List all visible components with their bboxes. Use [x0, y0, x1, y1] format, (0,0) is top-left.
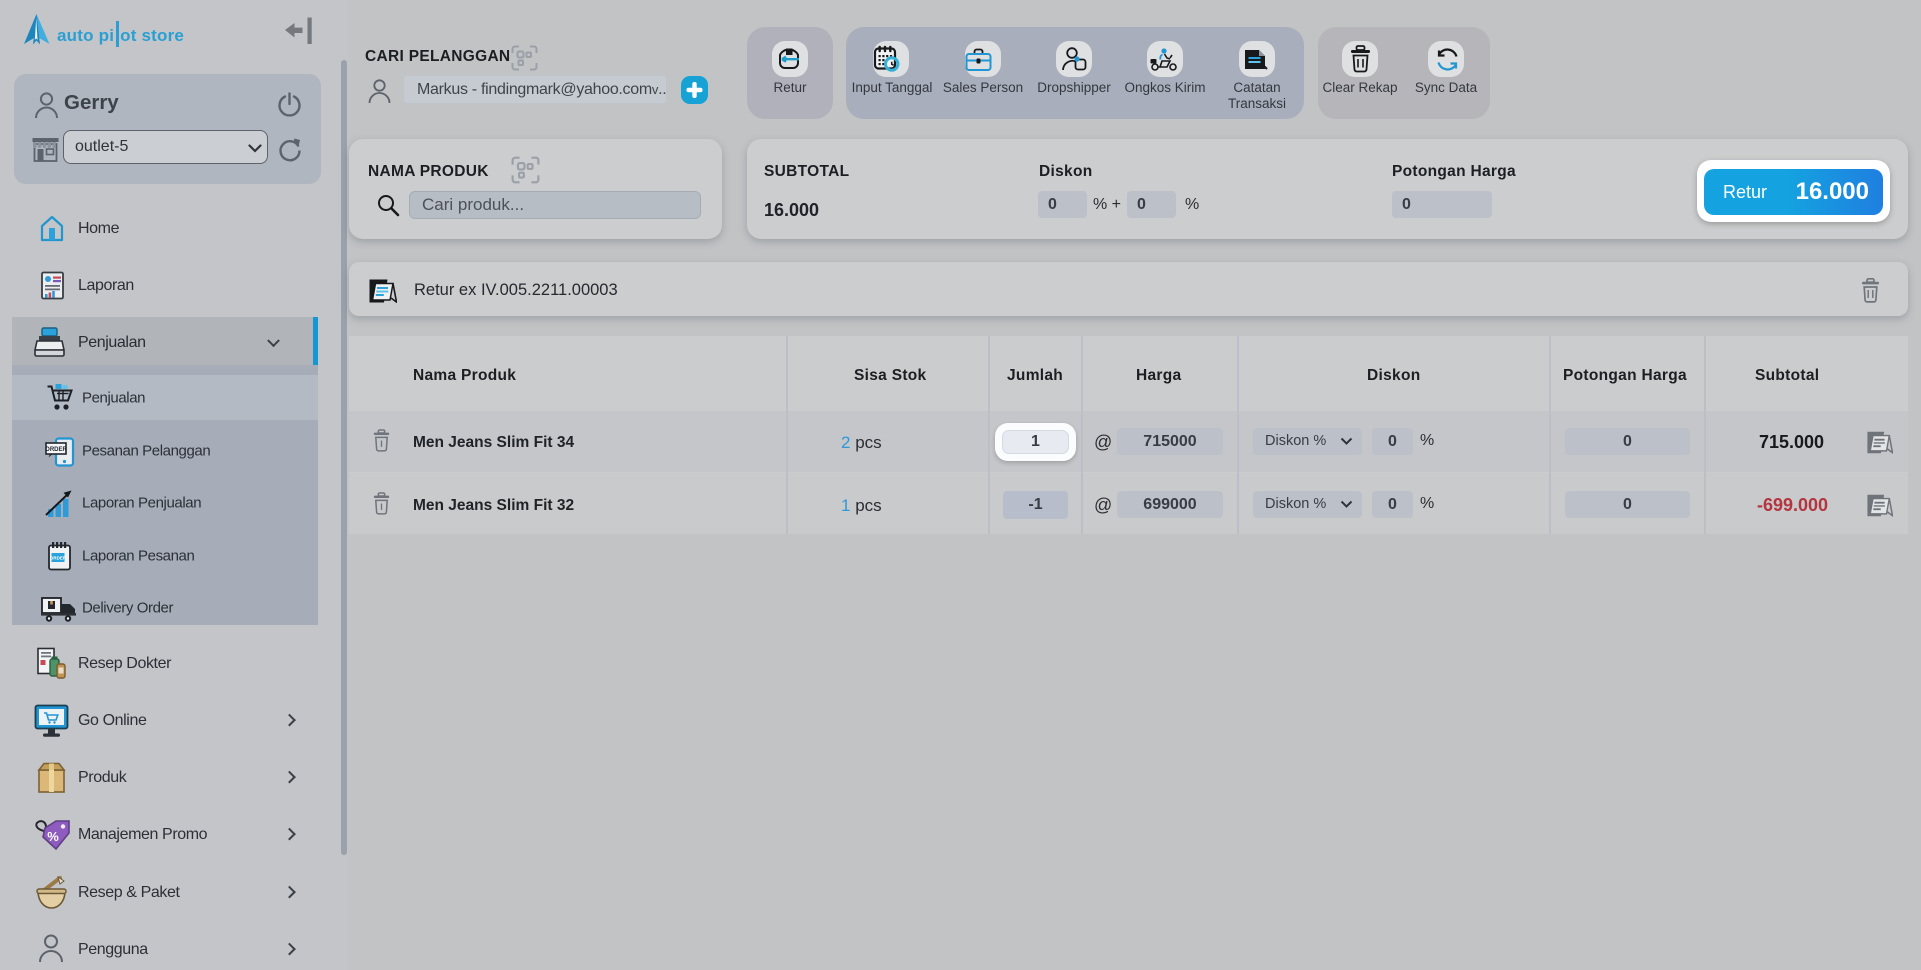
svg-text:%: % — [47, 829, 59, 844]
svg-text:ORDER: ORDER — [50, 556, 67, 561]
svg-text:ORDER: ORDER — [45, 447, 67, 453]
